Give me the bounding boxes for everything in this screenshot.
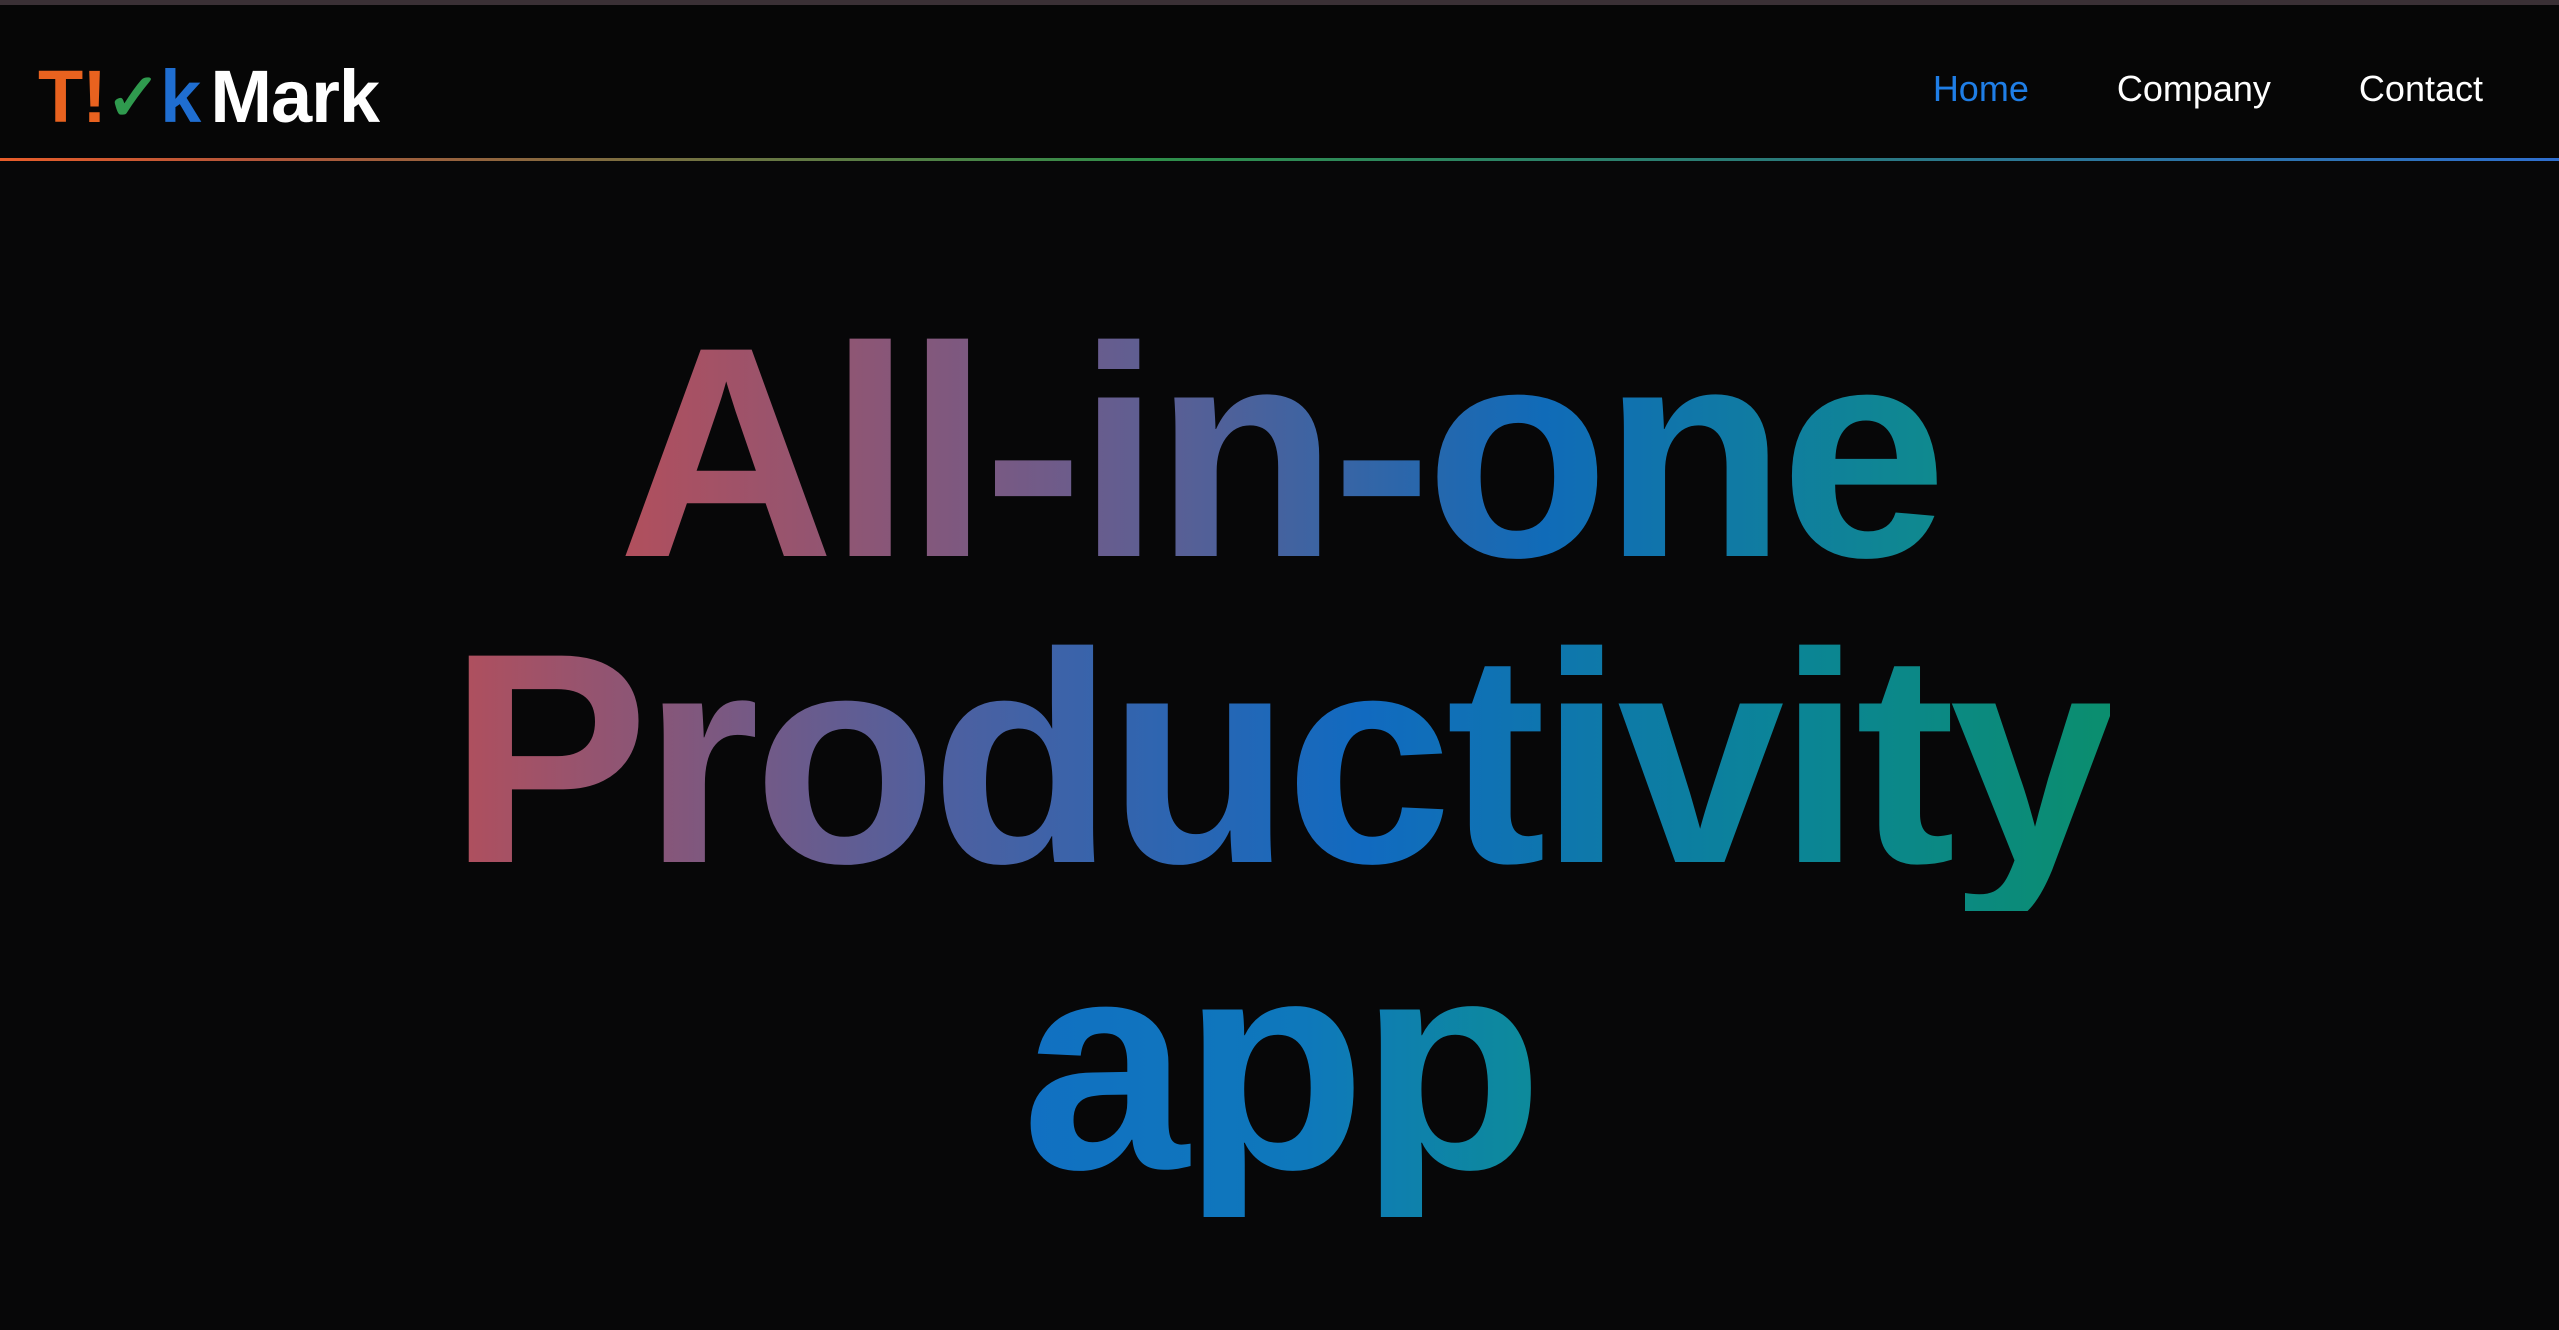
- hero-title-line-2: Productivity: [448, 590, 2117, 926]
- logo-letter-k: k: [160, 55, 201, 138]
- logo[interactable]: T ! ✓ k Mark: [38, 55, 380, 138]
- hero-title-line-1: All-in-one: [617, 284, 1947, 620]
- main-nav: Home Company Contact: [1933, 71, 2483, 107]
- hero-section: All-in-one Productivity app: [0, 161, 2559, 1330]
- logo-exclamation: !: [82, 55, 107, 138]
- nav-company-link[interactable]: Company: [2117, 71, 2271, 107]
- navbar: T ! ✓ k Mark Home Company Contact: [0, 5, 2559, 160]
- logo-letter-t: T: [38, 55, 83, 138]
- hero-title-line-3: app: [1021, 896, 1543, 1232]
- hero-title: All-in-one Productivity app: [0, 299, 2559, 1217]
- logo-check-icon: ✓: [105, 60, 161, 134]
- logo-mark-text: Mark: [210, 55, 380, 138]
- nav-contact-link[interactable]: Contact: [2359, 71, 2483, 107]
- nav-home-link[interactable]: Home: [1933, 71, 2029, 107]
